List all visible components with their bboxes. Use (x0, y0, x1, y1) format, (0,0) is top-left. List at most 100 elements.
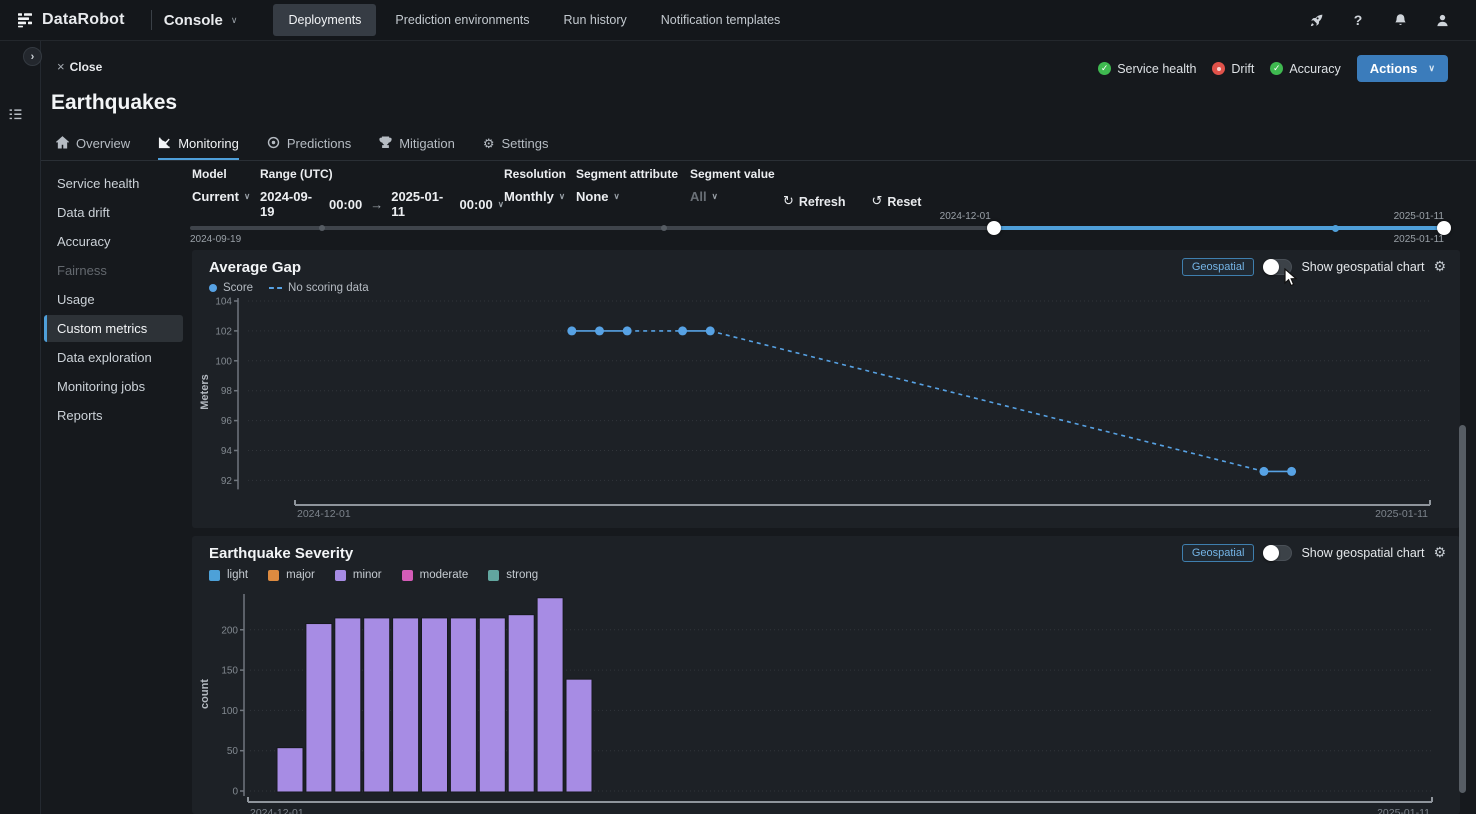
home-icon (56, 136, 69, 152)
sidebar-item-service-health[interactable]: Service health (44, 170, 183, 197)
legend-label: light (227, 569, 248, 581)
resolution-value: Monthly (504, 189, 554, 204)
date-range-select[interactable]: 2024-09-19 00:00 → 2025-01-11 00:00 ∨ (260, 189, 504, 219)
svg-text:150: 150 (221, 666, 238, 677)
geospatial-toggle-label: Show geospatial chart (1301, 260, 1424, 274)
expand-panel-button[interactable]: › (23, 47, 42, 66)
slider-start-handle[interactable] (987, 221, 1001, 235)
collapsed-left-rail (0, 41, 41, 814)
score-legend-dot (209, 284, 217, 292)
actions-button[interactable]: Actions ∨ (1357, 55, 1448, 82)
status-badge-accuracy[interactable]: ✓Accuracy (1270, 62, 1340, 76)
tab-mitigation[interactable]: Mitigation (379, 136, 455, 160)
arrow-right-icon: → (370, 197, 383, 212)
geospatial-toggle[interactable] (1263, 259, 1292, 275)
close-button[interactable]: × Close (57, 59, 102, 74)
geospatial-badge[interactable]: Geospatial (1182, 258, 1255, 276)
legend-item-major[interactable]: major (268, 569, 315, 581)
nav-item-notification-templates[interactable]: Notification templates (646, 4, 796, 36)
legend-item-minor[interactable]: minor (335, 569, 382, 581)
vertical-scrollbar[interactable] (1459, 425, 1466, 793)
legend-swatch (488, 570, 499, 581)
reset-label: Reset (887, 195, 921, 209)
sidebar-item-monitoring-jobs[interactable]: Monitoring jobs (44, 373, 183, 400)
sidebar-item-data-drift[interactable]: Data drift (44, 199, 183, 226)
model-label: Model (192, 167, 260, 181)
tab-overview[interactable]: Overview (56, 136, 130, 160)
sidebar-item-usage[interactable]: Usage (44, 286, 183, 313)
legend-item-moderate[interactable]: moderate (402, 569, 469, 581)
notifications-icon[interactable] (1392, 12, 1408, 28)
gear-icon[interactable]: ⚙ (1433, 545, 1446, 561)
tab-settings[interactable]: ⚙Settings (483, 136, 549, 160)
console-switcher[interactable]: Console ∨ (164, 12, 238, 29)
nav-item-run-history[interactable]: Run history (549, 4, 642, 36)
slider-tick (319, 225, 325, 231)
nav-item-prediction-environments[interactable]: Prediction environments (380, 4, 544, 36)
slider-tick (661, 225, 667, 231)
range-label: Range (UTC) (260, 167, 504, 181)
segment-value-value: All (690, 189, 707, 204)
legend-label: minor (353, 569, 382, 581)
legend-item-strong[interactable]: strong (488, 569, 538, 581)
refresh-button[interactable]: ↻ Refresh (783, 194, 845, 209)
trophy-icon (379, 136, 392, 152)
segment-attribute-value: None (576, 189, 609, 204)
range-start-date: 2024-09-19 (260, 189, 322, 219)
slider-end-label-bottom: 2025-01-11 (1394, 234, 1444, 245)
gear-icon[interactable]: ⚙ (1433, 259, 1446, 275)
chart-title: Earthquake Severity (209, 545, 353, 562)
toggle-knob (1263, 259, 1279, 275)
svg-text:Meters: Meters (199, 374, 211, 409)
svg-text:count: count (199, 679, 211, 709)
time-range-slider[interactable]: 2024-09-19 2024-12-01 2025-01-11 2025-01… (190, 226, 1444, 230)
no-scoring-data-legend-label: No scoring data (288, 282, 369, 294)
status-badge-label: Accuracy (1289, 62, 1340, 76)
status-badge-service-health[interactable]: ✓Service health (1098, 62, 1196, 76)
tab-label: Mitigation (399, 136, 455, 151)
sidebar-item-fairness: Fairness (44, 257, 183, 284)
deployment-tabs: Overview Monitoring Predictions Mitigation ⚙… (41, 136, 1476, 161)
svg-text:2024-12-01: 2024-12-01 (250, 807, 304, 814)
status-badge-label: Service health (1117, 62, 1196, 76)
status-badges: ✓Service health Drift ✓Accuracy (1098, 62, 1341, 76)
top-nav-actions: ? (1308, 12, 1476, 28)
segment-attribute-select[interactable]: None ∨ (576, 189, 690, 204)
sidebar-item-accuracy[interactable]: Accuracy (44, 228, 183, 255)
model-select[interactable]: Current ∨ (192, 189, 260, 204)
rocket-icon[interactable] (1308, 12, 1324, 28)
status-badge-drift[interactable]: Drift (1212, 62, 1254, 76)
deployment-list-icon[interactable] (8, 108, 23, 126)
segment-value-select[interactable]: All ∨ (690, 189, 783, 204)
sidebar-item-custom-metrics[interactable]: Custom metrics (44, 315, 183, 342)
resolution-select[interactable]: Monthly ∨ (504, 189, 576, 204)
legend-swatch (402, 570, 413, 581)
tab-monitoring[interactable]: Monitoring (158, 136, 239, 160)
help-icon[interactable]: ? (1350, 12, 1366, 28)
tab-label: Predictions (287, 136, 351, 151)
nav-divider (151, 10, 152, 30)
reset-button[interactable]: ↺ Reset (871, 194, 921, 209)
svg-text:100: 100 (221, 706, 238, 717)
svg-text:0: 0 (232, 787, 238, 798)
sidebar-item-data-exploration[interactable]: Data exploration (44, 344, 183, 371)
sidebar-item-reports[interactable]: Reports (44, 402, 183, 429)
brand-name: DataRobot (42, 11, 125, 29)
severity-legend: light major minor moderate strong (209, 569, 538, 581)
segment-value-label: Segment value (690, 167, 783, 181)
chevron-down-icon: ∨ (231, 15, 238, 26)
slider-end-handle[interactable] (1437, 221, 1451, 235)
gear-icon: ⚙ (483, 136, 495, 151)
brand[interactable]: DataRobot (0, 11, 139, 29)
geospatial-toggle[interactable] (1263, 545, 1292, 561)
legend-item-light[interactable]: light (209, 569, 248, 581)
svg-text:98: 98 (221, 386, 233, 397)
range-start-time: 00:00 (329, 197, 362, 212)
user-icon[interactable] (1434, 12, 1450, 28)
top-nav: DataRobot Console ∨ DeploymentsPredictio… (0, 0, 1476, 41)
app-name: Console (164, 12, 223, 29)
nav-item-deployments[interactable]: Deployments (273, 4, 376, 36)
tab-predictions[interactable]: Predictions (267, 136, 351, 160)
geospatial-badge[interactable]: Geospatial (1182, 544, 1255, 562)
score-legend-label: Score (223, 282, 253, 294)
